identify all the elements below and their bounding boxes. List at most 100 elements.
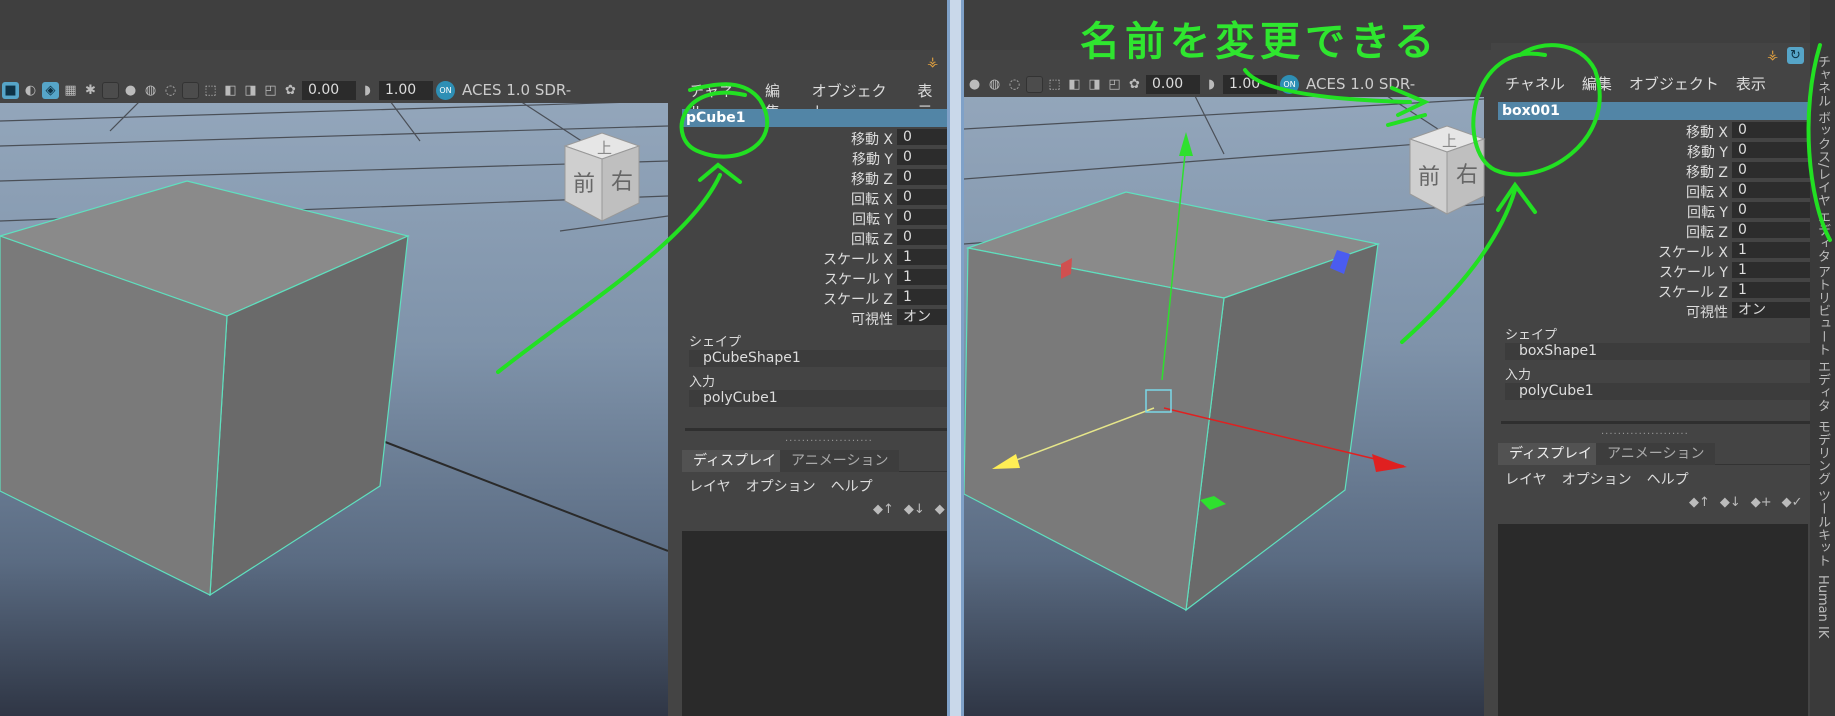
menu-help[interactable]: ヘルプ xyxy=(1647,469,1689,489)
motion-blur-icon[interactable]: ◍ xyxy=(142,82,159,99)
new-layer-icon[interactable]: ◆ xyxy=(935,502,945,517)
tab-display[interactable]: ディスプレイ xyxy=(682,450,788,472)
menu-help[interactable]: ヘルプ xyxy=(831,476,873,496)
move-layer-down-icon[interactable]: ◆↓ xyxy=(1720,495,1741,510)
attr-translate-y[interactable]: 移動 Y0 xyxy=(675,149,947,168)
channel-box-right: ⚶ ↻ チャネル 編集 オブジェクト 表示 box001 移動 X0 移動 Y0… xyxy=(1491,43,1810,716)
dof-icon[interactable] xyxy=(182,81,199,99)
shadow-icon[interactable] xyxy=(102,81,119,99)
attr-scale-y[interactable]: スケール Y1 xyxy=(675,269,947,288)
dof-icon[interactable] xyxy=(1026,75,1043,93)
view-cube-right[interactable]: 上 前 右 xyxy=(1402,124,1492,219)
attr-rotate-y[interactable]: 回転 Y0 xyxy=(675,209,947,228)
view-cube-top-label: 上 xyxy=(1442,132,1457,150)
side-tab-modeling-toolkit[interactable]: モデリング ツールキット xyxy=(1812,420,1833,567)
attr-scale-x[interactable]: スケール X1 xyxy=(675,249,947,268)
motion-blur-icon[interactable]: ◍ xyxy=(986,76,1003,93)
shape-node-item[interactable]: pCubeShape1 xyxy=(689,350,947,367)
layer-list[interactable] xyxy=(682,531,947,716)
light-icon[interactable]: ✱ xyxy=(82,82,99,99)
frame-icon[interactable]: ◰ xyxy=(262,82,279,99)
aa-icon[interactable]: ◌ xyxy=(1006,76,1023,93)
menu-options[interactable]: オプション xyxy=(746,476,816,496)
exposure-icon[interactable]: ✿ xyxy=(282,82,299,99)
attr-rotate-x[interactable]: 回転 X0 xyxy=(675,189,947,208)
attr-translate-z[interactable]: 移動 Z0 xyxy=(1491,162,1810,181)
axis-icon[interactable]: ⚶ xyxy=(924,54,941,71)
xray-icon[interactable]: ◨ xyxy=(242,82,259,99)
move-layer-up-icon[interactable]: ◆↑ xyxy=(1689,495,1710,510)
tab-animation[interactable]: アニメーション xyxy=(780,450,900,472)
attr-rotate-z[interactable]: 回転 Z0 xyxy=(1491,222,1810,241)
new-layer-icon[interactable]: ◆+ xyxy=(1751,495,1772,510)
gamma-icon[interactable]: ◗ xyxy=(1203,76,1220,93)
aa-icon[interactable]: ◌ xyxy=(162,82,179,99)
menu-layer[interactable]: レイヤ xyxy=(689,476,731,496)
tab-display[interactable]: ディスプレイ xyxy=(1498,443,1604,465)
top-bar xyxy=(0,0,947,50)
object-name-field[interactable]: pCube1 xyxy=(682,109,947,127)
side-tab-attribute-editor[interactable]: アトリビュート エディタ xyxy=(1812,265,1833,412)
tab-animation[interactable]: アニメーション xyxy=(1596,443,1716,465)
isolate-icon[interactable]: ◧ xyxy=(222,82,239,99)
attr-visibility[interactable]: 可視性 オン xyxy=(675,309,947,328)
gamma-value[interactable]: 1.00 xyxy=(1223,74,1277,94)
menu-channel[interactable]: チャネル xyxy=(1505,73,1565,94)
menu-options[interactable]: オプション xyxy=(1562,469,1632,489)
colorspace-label[interactable]: ACES 1.0 SDR- xyxy=(458,81,571,99)
attr-translate-z[interactable]: 移動 Z0 xyxy=(675,169,947,188)
menu-layer[interactable]: レイヤ xyxy=(1505,469,1547,489)
input-node-item[interactable]: polyCube1 xyxy=(1505,383,1810,400)
gamma-icon[interactable]: ◗ xyxy=(359,82,376,99)
menu-object[interactable]: オブジェクト xyxy=(1629,73,1719,94)
colorspace-on-badge[interactable]: ON xyxy=(436,80,455,100)
channel-menu: チャネル 編集 オブジェクト 表示 xyxy=(1505,73,1766,94)
wire-shade-icon[interactable]: ◐ xyxy=(22,82,39,99)
menu-display[interactable]: 表示 xyxy=(1736,73,1766,94)
exposure-value[interactable]: 0.00 xyxy=(302,80,356,100)
attr-scale-z[interactable]: スケール Z1 xyxy=(1491,282,1810,301)
ao-icon[interactable]: ● xyxy=(966,76,983,93)
select-camera-icon[interactable]: ⬚ xyxy=(202,82,219,99)
layer-list[interactable] xyxy=(1498,524,1808,716)
attr-scale-x[interactable]: スケール X1 xyxy=(1491,242,1810,261)
exposure-value[interactable]: 0.00 xyxy=(1146,74,1200,94)
resize-handle[interactable]: ..................... xyxy=(785,433,873,444)
refresh-icon[interactable]: ↻ xyxy=(1787,47,1804,64)
colorspace-on-badge[interactable]: ON xyxy=(1280,74,1299,94)
move-layer-down-icon[interactable]: ◆↓ xyxy=(904,502,925,517)
attr-translate-x[interactable]: 移動 X0 xyxy=(1491,122,1810,141)
ao-icon[interactable]: ● xyxy=(122,82,139,99)
xray-icon[interactable]: ◨ xyxy=(1086,76,1103,93)
select-camera-icon[interactable]: ⬚ xyxy=(1046,76,1063,93)
checker-icon[interactable]: ▦ xyxy=(62,82,79,99)
object-name-field[interactable]: box001 xyxy=(1498,102,1810,120)
shape-node-item[interactable]: boxShape1 xyxy=(1505,343,1810,360)
attr-rotate-x[interactable]: 回転 X0 xyxy=(1491,182,1810,201)
menu-edit[interactable]: 編集 xyxy=(1582,73,1612,94)
move-layer-up-icon[interactable]: ◆↑ xyxy=(873,502,894,517)
exposure-icon[interactable]: ✿ xyxy=(1126,76,1143,93)
axis-icon[interactable]: ⚶ xyxy=(1764,47,1781,64)
view-cube-left[interactable]: 上 前 右 xyxy=(557,131,647,226)
move-gizmo-y-handle[interactable] xyxy=(1179,132,1193,156)
attr-scale-z[interactable]: スケール Z1 xyxy=(675,289,947,308)
side-tab-channel-box[interactable]: チャネル ボックス/レイヤ エディタ xyxy=(1812,55,1833,263)
colorspace-label[interactable]: ACES 1.0 SDR- xyxy=(1302,75,1415,93)
move-gizmo-x-handle[interactable] xyxy=(1372,454,1407,472)
attr-translate-x[interactable]: 移動 X0 xyxy=(675,129,947,148)
attr-translate-y[interactable]: 移動 Y0 xyxy=(1491,142,1810,161)
attr-rotate-z[interactable]: 回転 Z0 xyxy=(675,229,947,248)
gamma-value[interactable]: 1.00 xyxy=(379,80,433,100)
cube-shade-icon[interactable]: ■ xyxy=(2,81,19,99)
attr-visibility[interactable]: 可視性 オン xyxy=(1491,302,1810,321)
input-node-item[interactable]: polyCube1 xyxy=(689,390,947,407)
new-layer-selected-icon[interactable]: ◆✓ xyxy=(1782,495,1803,510)
isolate-icon[interactable]: ◧ xyxy=(1066,76,1083,93)
attr-rotate-y[interactable]: 回転 Y0 xyxy=(1491,202,1810,221)
resize-handle[interactable]: ..................... xyxy=(1601,426,1689,437)
attr-scale-y[interactable]: スケール Y1 xyxy=(1491,262,1810,281)
frame-icon[interactable]: ◰ xyxy=(1106,76,1123,93)
side-tab-human-ik[interactable]: Human IK xyxy=(1812,575,1833,638)
textured-icon[interactable]: ◈ xyxy=(42,81,59,99)
